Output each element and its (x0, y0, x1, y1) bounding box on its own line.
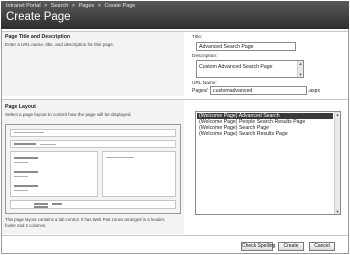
preview-bar (14, 171, 38, 173)
breadcrumb-separator: > (44, 3, 48, 9)
preview-bar (34, 206, 48, 208)
preview-line (14, 176, 28, 177)
title-section-heading: Page Title and Description (5, 34, 71, 40)
page-layout-listbox[interactable]: (Welcome Page) Advanced Search (Welcome … (195, 111, 341, 215)
preview-bar (14, 185, 38, 187)
description-scrollbar[interactable]: ▲ ▼ (297, 61, 303, 77)
scroll-up-icon[interactable]: ▲ (335, 112, 340, 117)
breadcrumb: Intranet Portal > Search > Pages > Creat… (6, 3, 135, 9)
preview-bar (34, 203, 48, 205)
description-label: Description: (192, 54, 218, 59)
preview-header-zone (10, 129, 176, 137)
preview-bar (14, 143, 36, 145)
scroll-up-icon[interactable]: ▲ (298, 61, 303, 66)
preview-bar (14, 157, 38, 159)
breadcrumb-item-pages[interactable]: Pages (79, 3, 95, 9)
page-header: Intranet Portal > Search > Pages > Creat… (1, 1, 349, 29)
breadcrumb-item-current: Create Page (104, 3, 136, 9)
layout-option[interactable]: (Welcome Page) Search Results Page (197, 131, 333, 137)
scroll-down-icon[interactable]: ▼ (298, 72, 303, 77)
layout-caption-line-1: This page layout contains a tab control.… (5, 217, 166, 222)
cancel-button[interactable]: Cancel (309, 242, 335, 251)
breadcrumb-separator: > (97, 3, 101, 9)
breadcrumb-item-portal[interactable]: Intranet Portal (6, 3, 41, 9)
title-label: Title: (192, 35, 203, 40)
preview-line (106, 157, 134, 158)
create-button[interactable]: Create (278, 242, 304, 251)
breadcrumb-separator: > (71, 3, 76, 9)
preview-line (14, 162, 28, 163)
preview-line (40, 144, 56, 145)
preview-line (14, 190, 28, 191)
check-spelling-button[interactable]: Check Spelling (241, 242, 275, 251)
url-prefix: Pages/ (192, 88, 208, 94)
scroll-down-icon[interactable]: ▼ (335, 209, 340, 214)
preview-bar (52, 203, 62, 205)
title-section-description: Enter a URL name, title, and description… (5, 42, 115, 47)
title-input[interactable] (196, 42, 296, 51)
preview-line (14, 132, 44, 133)
description-text: Custom Advanced Search Page (199, 64, 273, 70)
description-textarea[interactable]: Custom Advanced Search Page ▲ ▼ (196, 60, 304, 78)
footer-divider (2, 235, 348, 236)
layout-caption-line-2: footer and 2 columns. (5, 223, 47, 228)
layout-list-scrollbar[interactable]: ▲ ▼ (334, 112, 340, 214)
url-suffix: .aspx (308, 88, 320, 94)
layout-section-description: Select a page layout to control how the … (5, 112, 132, 117)
layout-preview-image (5, 124, 181, 214)
url-name-input[interactable] (210, 86, 307, 95)
page-title: Create Page (6, 11, 71, 23)
breadcrumb-item-search[interactable]: Search (51, 3, 68, 9)
layout-section-heading: Page Layout (5, 104, 36, 110)
